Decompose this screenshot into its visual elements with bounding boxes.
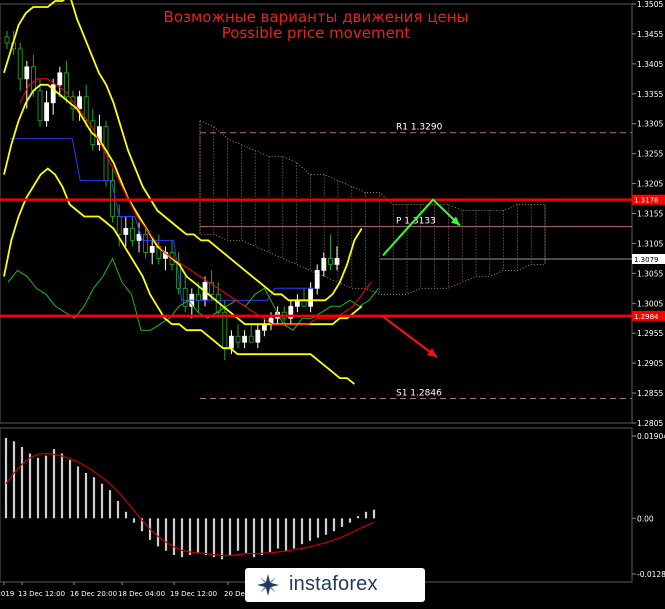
price-tick-label: 1.3355 (637, 90, 663, 99)
candle-body (321, 257, 327, 271)
bearish-scenario-arrow (381, 315, 438, 358)
logo-text: instaforex (289, 573, 378, 595)
candle-body (248, 335, 254, 343)
macd-tick-label: 0.01904 (637, 432, 665, 441)
candle-body (57, 72, 63, 86)
instaforex-star-icon (257, 574, 279, 596)
price-tick-label: 1.3105 (637, 239, 663, 248)
candle-body (44, 102, 49, 122)
candle-body (136, 234, 142, 241)
candle-body (77, 96, 82, 110)
price-tick-label: 1.3255 (637, 150, 663, 159)
candle-body (17, 48, 23, 80)
ichimoku-cloud (199, 120, 546, 295)
price-tick-label: 1.3305 (637, 120, 663, 129)
level-price-tag-label: 1.2984 (634, 313, 659, 321)
candle-body (242, 335, 248, 343)
price-tick-label: 1.3205 (637, 180, 663, 189)
chart-canvas: 1.3505 1.3455 1.3405 1.3355 1.3305 1.3255 1.32… (0, 0, 665, 598)
price-tick-label: 1.3505 (637, 0, 663, 9)
candle-body (143, 234, 149, 253)
forecast-chart: 1.3505 1.3455 1.3405 1.3355 1.3305 1.3255 1.32… (0, 0, 665, 605)
price-tick-label: 1.3455 (637, 30, 663, 39)
kijun-line (10, 138, 315, 301)
title-russian: Возможные варианты движения цены (163, 8, 469, 26)
candle-body (123, 228, 129, 235)
time-tick-label: 2 Dec 2019 (0, 590, 14, 598)
candle-body (228, 335, 234, 349)
price-tick-label: 1.2955 (637, 329, 663, 338)
candle-body (149, 246, 155, 253)
price-tick-label: 1.3005 (637, 299, 663, 308)
price-tick-label: 1.2805 (637, 419, 663, 428)
candle-body (24, 66, 30, 80)
candle-body (37, 90, 43, 122)
price-tick-label: 1.3055 (637, 269, 663, 278)
macd-tick-label: 0.00 (637, 514, 654, 523)
time-tick-label: 16 Dec 20:00 (70, 590, 117, 598)
candle-body (129, 228, 135, 241)
time-tick-label: 18 Dec 04:00 (118, 590, 165, 598)
candle-body (116, 216, 122, 235)
time-tick-label: 20 De (224, 590, 245, 598)
candle-body (261, 323, 267, 331)
title-english: Possible price movement (221, 24, 411, 42)
instaforex-logo: instaforex (245, 568, 425, 602)
current-price-tag-label: 1.3079 (634, 256, 659, 264)
price-panel-frame (0, 3, 633, 424)
candle-body (30, 66, 36, 92)
candle-body (235, 335, 241, 343)
price-tick-label: 1.2905 (637, 359, 663, 368)
bollinger-upper-band (3, 0, 363, 302)
price-tick-label: 1.2855 (637, 389, 663, 398)
price-tick-label: 1.3405 (637, 60, 663, 69)
time-tick-label: 13 Dec 12:00 (18, 590, 65, 598)
candle-body (222, 311, 228, 349)
macd-tick-label: -0.01289 (637, 570, 665, 579)
price-tick-label: 1.3155 (637, 210, 663, 219)
time-tick-label: 19 Dec 12:00 (170, 590, 217, 598)
candle-body (334, 257, 340, 265)
level-price-tag-label: 1.3178 (634, 197, 659, 205)
candle-body (327, 257, 333, 265)
bearish-arrow-head (427, 348, 437, 358)
pivot-level-label-r1: R1 1.3290 (396, 123, 443, 133)
pivot-level-label-s1: S1 1.2846 (396, 388, 442, 398)
candle-body (195, 293, 201, 301)
candle-body (308, 287, 314, 307)
candle-body (255, 329, 261, 343)
